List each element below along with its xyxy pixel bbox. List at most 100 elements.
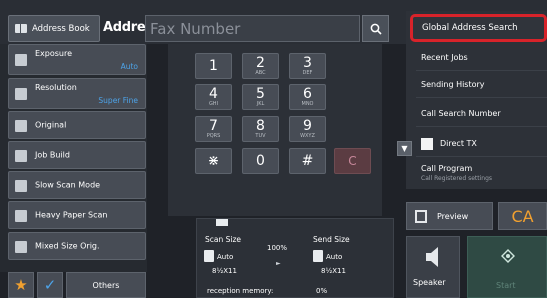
key-2[interactable]: 2 ABC [242,53,279,79]
expand-down-button[interactable]: ▼ [397,141,412,156]
key-star[interactable]: ⋇ [195,148,232,174]
mixed-size-orig-button[interactable]: Mixed Size Orig. [8,232,146,260]
heavy-paper-scan-button[interactable]: Heavy Paper Scan [8,201,146,229]
send-paper-size: 8½X11 [321,267,346,275]
exposure-label: Exposure [35,49,73,58]
key-digit: ⋇ [207,153,220,169]
job-build-button[interactable]: Job Build [8,141,146,169]
call-search-number-item[interactable]: Call Search Number [416,101,547,127]
send-size-label[interactable]: Send Size [313,235,350,244]
send-paper-icon [313,250,323,262]
key-letters: JKL [256,101,265,107]
send-size-mode: Auto [326,253,343,261]
scan-size-label[interactable]: Scan Size [205,235,241,244]
slow-scan-label: Slow Scan Mode [35,180,101,190]
address-book-icon [15,24,27,33]
key-digit: 5 [256,86,265,102]
job-build-label: Job Build [35,150,70,160]
star-icon: ★ [14,276,28,294]
fax-number-input[interactable]: Fax Number [145,15,360,42]
original-button[interactable]: Original [8,111,146,139]
heavy-paper-icon [15,210,27,222]
key-letters: MNO [301,101,314,107]
speaker-label: Speaker [413,278,446,287]
key-letters: TUV [255,133,266,139]
key-7[interactable]: 7 PQRS [195,116,232,142]
slow-scan-icon [15,180,27,192]
address-book-button[interactable]: Address Book [8,15,100,42]
key-9[interactable]: 9 WXYZ [289,116,326,142]
key-0[interactable]: 0 [242,148,279,174]
clear-key-label: C [348,154,357,168]
exposure-button[interactable]: Exposure Auto [8,44,146,75]
original-label: Original [35,120,67,130]
preview-icon [415,210,427,223]
call-program-item[interactable]: Call Program Call Registered settings [416,157,547,189]
key-digit: 1 [209,58,218,74]
speaker-icon [426,247,438,267]
direct-tx-checkbox[interactable] [421,137,433,150]
call-program-label: Call Program [421,164,473,173]
speaker-button[interactable]: Speaker [406,236,460,298]
clear-all-button[interactable]: CA [498,202,547,230]
arrow-right-icon: ► [276,260,281,267]
key-5[interactable]: 5 JKL [242,84,279,110]
key-hash[interactable]: # [289,148,326,174]
clear-key[interactable]: C [334,148,371,174]
sending-history-item[interactable]: Sending History [416,72,547,98]
resolution-button[interactable]: Resolution Super Fine [8,78,146,109]
favorites-button[interactable]: ★ [8,272,34,298]
search-button[interactable] [362,15,389,42]
scan-paper-icon [204,250,214,262]
key-digit: 0 [256,153,265,169]
start-label: Start [496,281,516,290]
key-1[interactable]: 1 [195,53,232,79]
call-registered-label: Call Registered settings [421,175,493,182]
preview-label: Preview [437,211,469,221]
slow-scan-mode-button[interactable]: Slow Scan Mode [8,171,146,199]
scan-paper-size: 8½X11 [212,267,237,275]
check-icon: ✓ [43,276,57,294]
heavy-paper-label: Heavy Paper Scan [35,210,108,220]
mixed-size-icon [15,241,27,253]
key-digit: 6 [303,86,312,102]
key-6[interactable]: 6 MNO [289,84,326,110]
job-build-icon [15,150,27,162]
key-letters: ABC [255,70,266,76]
key-letters: DEF [302,70,313,76]
key-digit: 4 [209,86,218,102]
key-letters: PQRS [206,133,221,139]
direct-tx-label: Direct TX [440,139,477,148]
global-address-search-button[interactable]: Global Address Search [410,14,547,42]
key-4[interactable]: 4 GHI [195,84,232,110]
start-button[interactable]: Start [467,236,547,298]
key-digit: 8 [256,118,265,134]
exposure-icon [15,54,27,66]
key-digit: 9 [303,118,312,134]
resolution-icon [15,88,27,100]
direct-tx-item[interactable]: Direct TX [416,131,547,157]
recent-jobs-item[interactable]: Recent Jobs [416,45,547,71]
reception-memory-value: 0% [316,287,328,295]
key-3[interactable]: 3 DEF [289,53,326,79]
resolution-label: Resolution [35,83,77,92]
start-icon [501,249,515,263]
resolution-value: Super Fine [98,96,138,105]
original-icon [15,120,27,132]
ratio-value: 100% [267,244,288,252]
key-letters: GHI [208,101,219,107]
original-tray-icon [216,219,228,226]
mixed-size-label: Mixed Size Orig. [35,241,100,251]
address-book-label: Address Book [32,23,90,34]
scan-size-mode: Auto [217,253,234,261]
check-button[interactable]: ✓ [37,272,63,298]
others-button[interactable]: Others [66,272,146,298]
reception-memory-label: reception memory: [207,287,274,295]
key-digit: # [301,153,314,169]
key-8[interactable]: 8 TUV [242,116,279,142]
key-digit: 2 [256,55,265,71]
preview-button[interactable]: Preview [406,202,493,230]
search-icon [370,23,382,35]
key-letters: WXYZ [300,133,315,139]
key-digit: 7 [209,118,218,134]
